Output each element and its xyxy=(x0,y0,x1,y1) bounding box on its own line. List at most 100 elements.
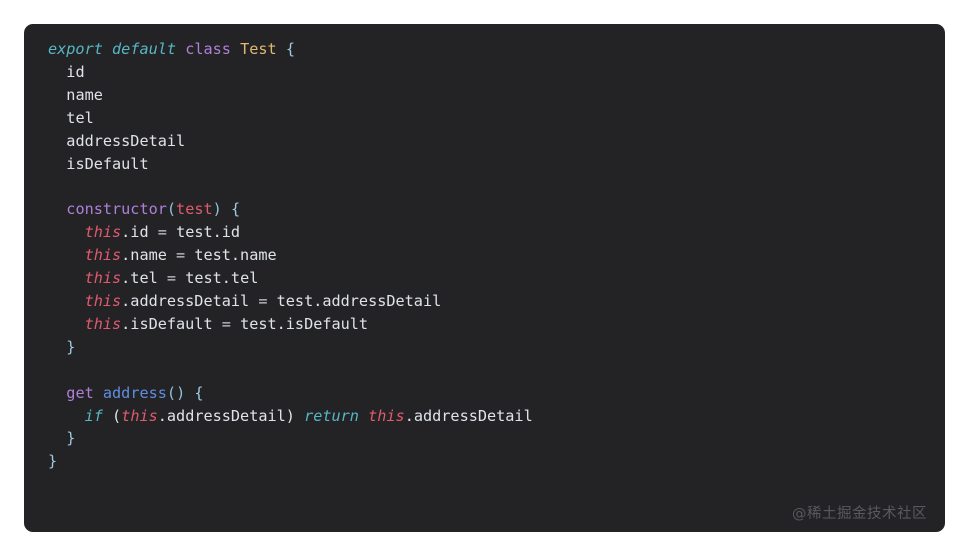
token-paren-open: ( xyxy=(112,406,122,425)
code-block[interactable]: export default class Test { id name tel … xyxy=(24,24,551,487)
code-line-12: this.addressDetail = test.addressDetail xyxy=(48,290,533,313)
token-param-test: test xyxy=(176,200,213,219)
token-brace-open: { xyxy=(194,383,204,402)
token-field-tel: tel xyxy=(66,108,94,127)
page-root: export default class Test { id name tel … xyxy=(0,0,969,545)
token-keyword-get: get xyxy=(66,383,94,402)
token-brace-open: { xyxy=(285,40,295,58)
code-line-8: constructor(test) { xyxy=(48,198,533,221)
token-operator-assign: = xyxy=(157,223,167,242)
token-brace-close: } xyxy=(48,452,58,471)
code-line-5: addressDetail xyxy=(48,130,533,153)
token-expr-test-name: test.name xyxy=(194,246,277,265)
token-field-name: name xyxy=(66,85,103,104)
watermark-label: @稀土掘金技术社区 xyxy=(792,506,927,522)
token-keyword-export: export xyxy=(48,40,103,58)
token-keyword-this: this xyxy=(84,314,122,333)
token-operator-assign: = xyxy=(166,269,177,288)
token-field-is-default: isDefault xyxy=(66,154,149,173)
token-paren-close: ) xyxy=(285,406,295,425)
token-keyword-if: if xyxy=(84,406,103,425)
token-brace-close: } xyxy=(66,337,76,356)
token-keyword-this: this xyxy=(84,291,122,310)
code-line-4: tel xyxy=(48,107,533,130)
token-keyword-this: this xyxy=(121,406,158,425)
token-prop-address-detail: .addressDetail xyxy=(404,406,533,425)
token-keyword-default: default xyxy=(112,40,177,58)
token-field-address-detail: addressDetail xyxy=(66,131,186,150)
token-keyword-this: this xyxy=(84,223,122,242)
token-keyword-this: this xyxy=(368,406,405,425)
code-line-19: } xyxy=(48,450,533,473)
code-line-7-blank xyxy=(48,175,533,198)
token-operator-assign: = xyxy=(176,246,186,265)
code-line-13: this.isDefault = test.isDefault xyxy=(48,313,533,336)
token-keyword-constructor: constructor xyxy=(66,200,167,219)
token-brace-open: { xyxy=(230,200,241,219)
token-paren-close: ) xyxy=(212,200,222,219)
token-expr-test-is-default: test.isDefault xyxy=(240,314,369,333)
code-line-3: name xyxy=(48,84,533,107)
code-line-11: this.tel = test.tel xyxy=(48,267,533,290)
code-line-17: if (this.addressDetail) return this.addr… xyxy=(48,405,533,428)
token-prop-address-detail: .addressDetail xyxy=(121,291,250,310)
token-keyword-this: this xyxy=(84,269,122,288)
code-line-2: id xyxy=(48,61,533,84)
token-class-name-test: Test xyxy=(240,40,277,58)
code-line-15-blank xyxy=(48,359,533,382)
token-prop-name: .name xyxy=(121,246,167,265)
code-line-16: get address() { xyxy=(48,382,533,405)
token-expr-test-tel: test.tel xyxy=(185,269,259,288)
token-prop-is-default: .isDefault xyxy=(121,314,213,333)
code-line-1: export default class Test { xyxy=(48,38,533,61)
code-line-9: this.id = test.id xyxy=(48,221,533,244)
token-function-address: address xyxy=(102,383,167,402)
token-expr-test-address-detail: test.addressDetail xyxy=(276,291,442,310)
code-line-18: } xyxy=(48,427,533,450)
token-prop-tel: .tel xyxy=(121,269,158,288)
token-paren-close: ) xyxy=(176,383,186,402)
token-prop-id: .id xyxy=(121,223,149,242)
token-paren-open: ( xyxy=(166,200,177,219)
token-prop-address-detail: .addressDetail xyxy=(157,406,286,425)
token-keyword-return: return xyxy=(304,406,359,425)
token-operator-assign: = xyxy=(221,314,231,333)
token-field-id: id xyxy=(66,62,85,81)
code-line-14: } xyxy=(48,336,533,359)
token-keyword-class: class xyxy=(185,40,231,58)
